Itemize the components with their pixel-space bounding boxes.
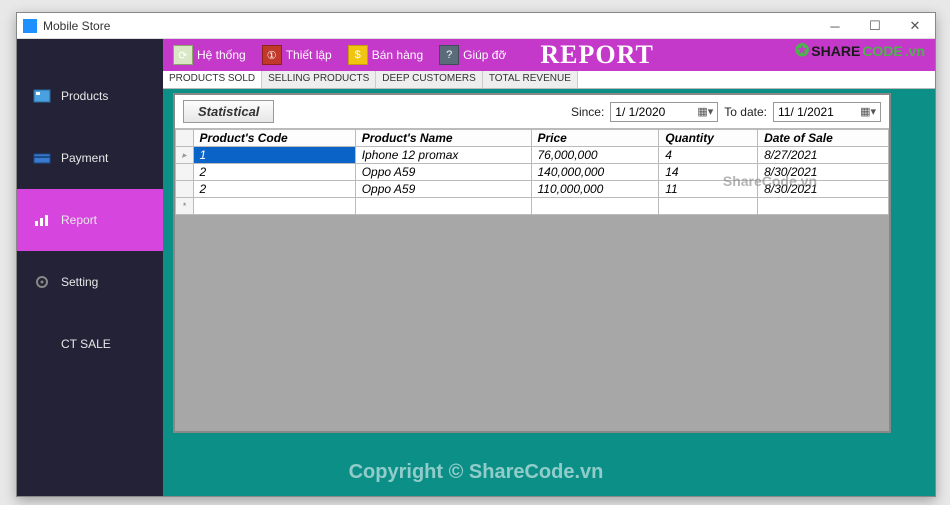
sidebar: Products Payment Report Setting [17,39,163,496]
sales-icon: $ [348,45,368,65]
sidebar-item-payment[interactable]: Payment [17,127,163,189]
col-qty[interactable]: Quantity [659,130,758,147]
tab-products-sold[interactable]: PRODUCTS SOLD [163,71,262,88]
cell[interactable]: 8/30/2021 [758,164,889,181]
tab-selling-products[interactable]: SELLING PRODUCTS [262,71,376,88]
col-name[interactable]: Product's Name [355,130,531,147]
todate-date-value: 11/ 1/2021 [778,105,834,119]
menu-label: Bán hàng [372,48,423,62]
menu-system[interactable]: ⟳ Hệ thống [167,43,252,67]
content-area: ⟳ Hệ thống ① Thiết lập $ Bán hàng ? Giúp… [163,39,935,496]
report-tabs: PRODUCTS SOLD SELLING PRODUCTS DEEP CUST… [163,71,935,89]
todate-label: To date: [724,105,767,119]
cell[interactable]: 1 [193,147,355,164]
close-button[interactable]: ✕ [895,13,935,39]
todate-date-picker[interactable]: 11/ 1/2021 ▦▾ [773,102,881,122]
table-row-new[interactable]: * [176,198,889,215]
since-date-value: 1/ 1/2020 [615,105,665,119]
statistical-button[interactable]: Statistical [183,100,274,123]
ribbon-menu: ⟳ Hệ thống ① Thiết lập $ Bán hàng ? Giúp… [163,39,935,71]
sidebar-item-products[interactable]: Products [17,65,163,127]
data-grid[interactable]: Product's Code Product's Name Price Quan… [175,129,889,215]
tab-deep-customers[interactable]: DEEP CUSTOMERS [376,71,483,88]
cell[interactable]: 2 [193,164,355,181]
payment-icon [33,151,51,165]
maximize-button[interactable]: ☐ [855,13,895,39]
sidebar-item-ctsale[interactable]: CT SALE [17,313,163,375]
since-date-picker[interactable]: 1/ 1/2020 ▦▾ [610,102,718,122]
report-panel: Statistical Since: 1/ 1/2020 ▦▾ To date:… [173,93,891,433]
sidebar-item-label: Payment [61,151,108,165]
sidebar-item-label: CT SALE [61,337,111,351]
app-window: Mobile Store ─ ☐ ✕ Products Payment [16,12,936,497]
table-row[interactable]: 2 Oppo A59 110,000,000 11 8/30/2021 [176,181,889,198]
panel-toolbar: Statistical Since: 1/ 1/2020 ▦▾ To date:… [175,95,889,129]
table-row[interactable]: 2 Oppo A59 140,000,000 14 8/30/2021 [176,164,889,181]
ctsale-icon [33,337,51,351]
since-label: Since: [571,105,604,119]
gear-icon [33,275,51,289]
page-title: REPORT [540,40,653,70]
cell[interactable]: Oppo A59 [355,164,531,181]
cell[interactable]: Iphone 12 promax [355,147,531,164]
window-title: Mobile Store [43,19,110,33]
cell[interactable]: 76,000,000 [531,147,659,164]
products-icon [33,89,51,103]
row-header-corner [176,130,194,147]
menu-setup[interactable]: ① Thiết lập [256,43,338,67]
menu-label: Hệ thống [197,48,246,62]
menu-help[interactable]: ? Giúp đỡ [433,43,512,67]
menu-label: Giúp đỡ [463,48,506,62]
calendar-icon: ▦▾ [860,105,876,118]
cell[interactable]: Oppo A59 [355,181,531,198]
cell[interactable]: 110,000,000 [531,181,659,198]
sidebar-item-setting[interactable]: Setting [17,251,163,313]
table-row[interactable]: ▸ 1 Iphone 12 promax 76,000,000 4 8/27/2… [176,147,889,164]
cell[interactable]: 140,000,000 [531,164,659,181]
minimize-button[interactable]: ─ [815,13,855,39]
report-icon [33,213,51,227]
sidebar-item-report[interactable]: Report [17,189,163,251]
tab-total-revenue[interactable]: TOTAL REVENUE [483,71,578,88]
title-bar: Mobile Store ─ ☐ ✕ [17,13,935,39]
cell[interactable]: 14 [659,164,758,181]
help-icon: ? [439,45,459,65]
col-code[interactable]: Product's Code [193,130,355,147]
sidebar-item-label: Report [61,213,97,227]
col-price[interactable]: Price [531,130,659,147]
cell[interactable]: 11 [659,181,758,198]
menu-sales[interactable]: $ Bán hàng [342,43,429,67]
calendar-icon: ▦▾ [697,105,713,118]
col-date[interactable]: Date of Sale [758,130,889,147]
sidebar-item-label: Setting [61,275,98,289]
setup-icon: ① [262,45,282,65]
sidebar-item-label: Products [61,89,108,103]
row-indicator-new: * [176,198,194,215]
row-indicator-current: ▸ [176,147,194,164]
cell[interactable]: 8/27/2021 [758,147,889,164]
system-icon: ⟳ [173,45,193,65]
menu-label: Thiết lập [286,48,332,62]
cell[interactable]: 8/30/2021 [758,181,889,198]
cell[interactable]: 2 [193,181,355,198]
app-icon [23,19,37,33]
cell[interactable]: 4 [659,147,758,164]
